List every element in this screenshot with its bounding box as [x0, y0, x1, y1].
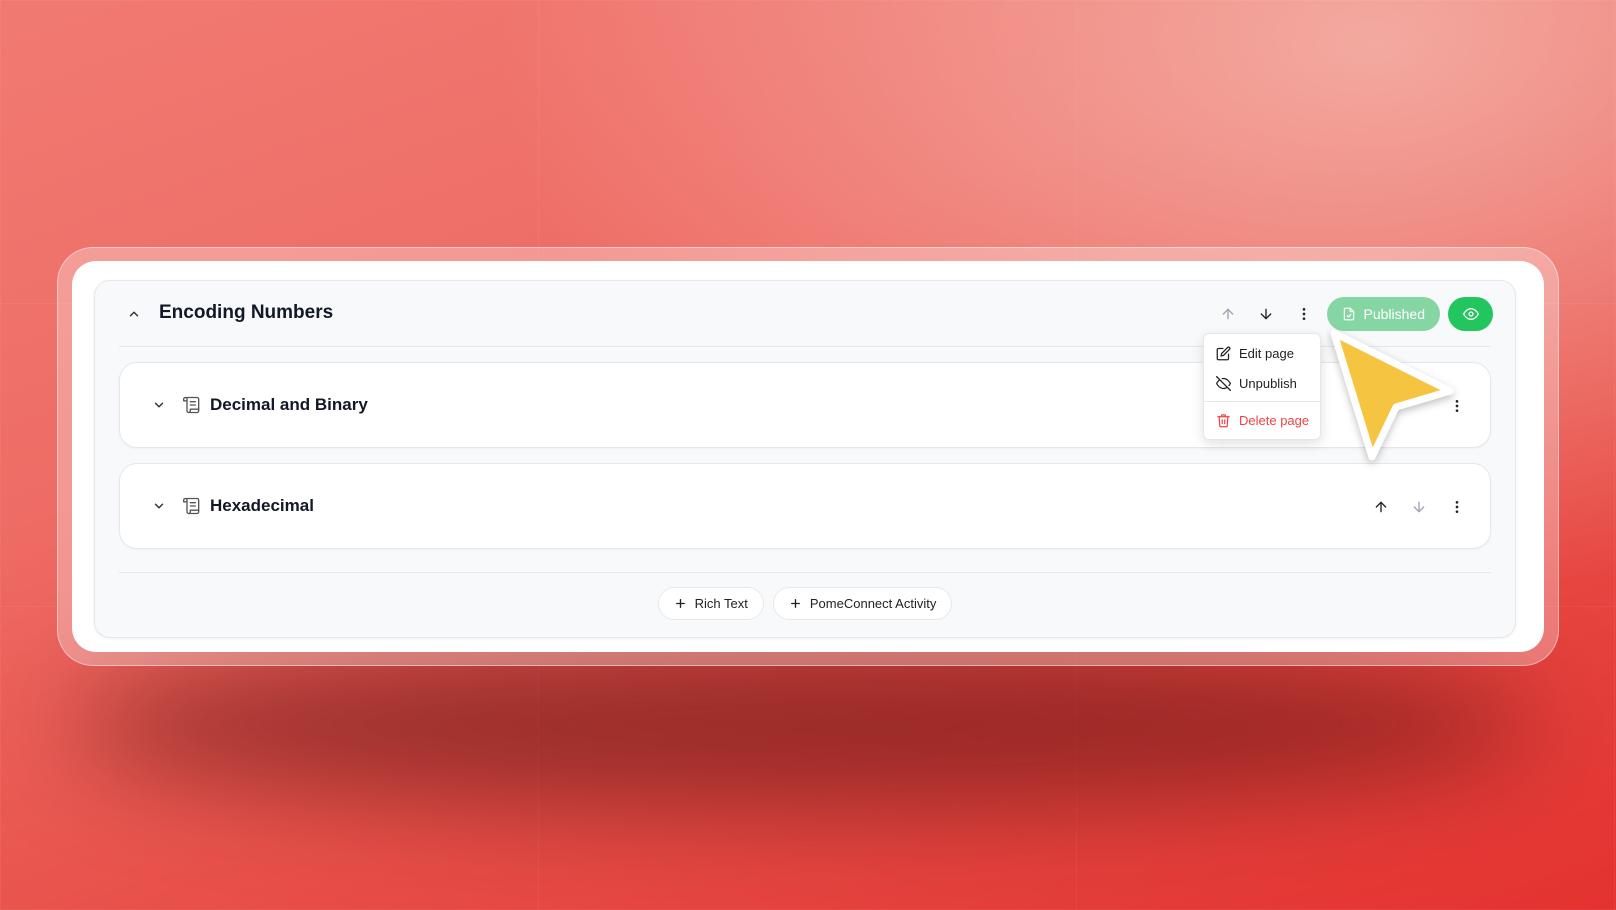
- page-actions: [1362, 490, 1476, 524]
- eye-icon: [1462, 308, 1479, 320]
- menu-item-delete[interactable]: Delete page: [1204, 405, 1320, 435]
- chevron-down-icon[interactable]: [150, 396, 168, 414]
- add-rich-text-button[interactable]: Rich Text: [657, 587, 764, 620]
- edit-icon: [1216, 346, 1231, 360]
- menu-item-edit[interactable]: Edit page: [1204, 338, 1320, 368]
- context-menu: Edit page Unpublish Delete page: [1203, 333, 1321, 440]
- arrow-up-icon: [1222, 308, 1233, 320]
- move-down-button[interactable]: [1247, 297, 1285, 331]
- plus-icon: [790, 599, 800, 608]
- menu-unpublish-label: Unpublish: [1239, 375, 1297, 391]
- add-activity-label: PomeConnect Activity: [809, 596, 937, 611]
- plus-icon: [675, 599, 685, 608]
- more-options-button[interactable]: [1285, 297, 1323, 331]
- footer-divider: [119, 572, 1491, 573]
- add-activity-button[interactable]: PomeConnect Activity: [772, 587, 953, 620]
- arrow-down-icon: [1260, 308, 1271, 320]
- menu-divider: [1204, 401, 1320, 402]
- move-down-button[interactable]: [1400, 490, 1438, 524]
- arrow-down-icon: [1413, 501, 1425, 513]
- eye-off-icon: [1216, 375, 1231, 391]
- trash-icon: [1217, 413, 1230, 427]
- scroll-icon: [183, 497, 200, 515]
- add-content-row: Rich Text PomeConnect Activity: [95, 587, 1515, 620]
- more-vertical-icon: [1455, 501, 1459, 513]
- menu-delete-label: Delete page: [1239, 412, 1310, 428]
- section-title: Encoding Numbers: [159, 302, 334, 323]
- page-title: Decimal and Binary: [210, 395, 368, 414]
- move-up-button[interactable]: [1209, 297, 1247, 331]
- pointer-cursor-icon: [1330, 329, 1454, 461]
- file-check-icon: [1343, 307, 1354, 321]
- menu-edit-label: Edit page: [1239, 345, 1294, 361]
- scroll-icon: [183, 396, 200, 414]
- more-options-button[interactable]: [1438, 490, 1476, 524]
- menu-item-unpublish[interactable]: Unpublish: [1204, 368, 1320, 398]
- move-up-button[interactable]: [1362, 490, 1400, 524]
- published-label: Published: [1363, 306, 1426, 322]
- chevron-down-icon[interactable]: [150, 497, 168, 515]
- page-title: Hexadecimal: [210, 496, 314, 515]
- add-rich-text-label: Rich Text: [694, 596, 748, 611]
- page-card[interactable]: Hexadecimal: [119, 463, 1491, 549]
- arrow-up-icon: [1375, 501, 1387, 513]
- more-vertical-icon: [1302, 308, 1305, 320]
- chevron-up-icon[interactable]: [125, 305, 143, 323]
